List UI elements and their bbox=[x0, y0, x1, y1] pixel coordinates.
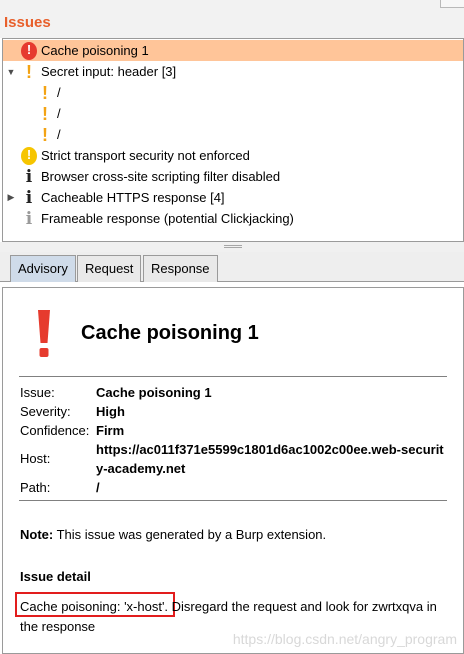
tab-response[interactable]: Response bbox=[143, 255, 218, 282]
note-label: Note: bbox=[20, 527, 54, 542]
exclamation-orange-icon: ! bbox=[42, 83, 48, 103]
issue-row-frameable[interactable]: i Frameable response (potential Clickjac… bbox=[3, 208, 463, 229]
tab-request[interactable]: Request bbox=[77, 255, 142, 282]
issue-value: Cache poisoning 1 bbox=[96, 385, 212, 400]
divider-line bbox=[19, 376, 447, 377]
issue-row-strict-transport[interactable]: ! Strict transport security not enforced bbox=[3, 145, 463, 166]
confidence-label: Confidence: bbox=[20, 423, 90, 438]
host-value-line2: y-academy.net bbox=[96, 461, 186, 476]
exclamation-orange-icon: ! bbox=[42, 104, 48, 124]
issue-child-row[interactable]: ! / bbox=[3, 124, 463, 145]
exclamation-orange-icon: ! bbox=[26, 62, 32, 82]
path-label: Path: bbox=[20, 480, 51, 495]
issues-title: Issues bbox=[4, 14, 51, 31]
issue-child-row[interactable]: ! / bbox=[3, 103, 463, 124]
issue-label: Cacheable HTTPS response [4] bbox=[41, 190, 225, 205]
issue-label: Cache poisoning 1 bbox=[41, 43, 149, 58]
info-grey-icon: i bbox=[25, 209, 33, 229]
detail-tabbar: Advisory Request Response bbox=[0, 252, 464, 282]
issue-label: Secret input: header [3] bbox=[41, 64, 177, 79]
confidence-value: Firm bbox=[96, 423, 125, 438]
note-text: This issue was generated by a Burp exten… bbox=[53, 527, 327, 542]
issue-detail-heading: Issue detail bbox=[20, 569, 91, 584]
divider-line bbox=[19, 500, 447, 501]
severity-label: Severity: bbox=[20, 404, 71, 419]
chevron-right-icon[interactable]: ▶ bbox=[6, 192, 16, 203]
issue-child-label: / bbox=[57, 106, 61, 121]
chevron-down-icon[interactable]: ▼ bbox=[6, 67, 16, 77]
detail-highlight-text: Cache poisoning: 'x-host'. bbox=[20, 599, 169, 614]
issue-label: Frameable response (potential Clickjacki… bbox=[41, 211, 294, 226]
advisory-panel: Cache poisoning 1 Issue: Cache poisoning… bbox=[2, 287, 464, 654]
issue-row-secret-input[interactable]: ▼ ! Secret input: header [3] bbox=[3, 61, 463, 82]
split-pane-divider[interactable] bbox=[0, 242, 464, 252]
info-icon: i bbox=[25, 167, 33, 187]
extension-note: Note: This issue was generated by a Burp… bbox=[20, 527, 326, 542]
issue-child-label: / bbox=[57, 127, 61, 142]
issue-label: Issue: bbox=[20, 385, 55, 400]
severity-value: High bbox=[96, 404, 125, 419]
host-label: Host: bbox=[20, 451, 51, 466]
exclamation-orange-icon: ! bbox=[42, 125, 48, 145]
exclamation-circle-yellow-icon: ! bbox=[21, 147, 37, 165]
divider-grip-icon[interactable] bbox=[224, 245, 242, 248]
issue-label: Browser cross-site scripting filter disa… bbox=[41, 169, 281, 184]
panel-corner-control[interactable] bbox=[440, 0, 464, 8]
tab-advisory[interactable]: Advisory bbox=[10, 255, 76, 282]
issue-row-xss-filter[interactable]: i Browser cross-site scripting filter di… bbox=[3, 166, 463, 187]
info-icon: i bbox=[25, 188, 33, 208]
issue-row-cacheable-https[interactable]: ▶ i Cacheable HTTPS response [4] bbox=[3, 187, 463, 208]
watermark: https://blog.csdn.net/angry_program bbox=[232, 631, 457, 647]
host-value-line1: https://ac011f371e5599c1801d6ac1002c00ee… bbox=[96, 442, 444, 457]
issues-header: Issues bbox=[0, 0, 464, 38]
exclamation-circle-red-icon: ! bbox=[21, 42, 37, 60]
issue-child-label: / bbox=[57, 85, 61, 100]
advisory-title: Cache poisoning 1 bbox=[81, 322, 259, 344]
issues-tree: ! Cache poisoning 1 ▼ ! Secret input: he… bbox=[2, 38, 464, 242]
issue-row-cache-poisoning[interactable]: ! Cache poisoning 1 bbox=[3, 40, 463, 61]
issue-label: Strict transport security not enforced bbox=[41, 148, 250, 163]
path-value: / bbox=[96, 480, 100, 495]
issue-child-row[interactable]: ! / bbox=[3, 82, 463, 103]
high-severity-exclamation-icon bbox=[38, 310, 50, 357]
